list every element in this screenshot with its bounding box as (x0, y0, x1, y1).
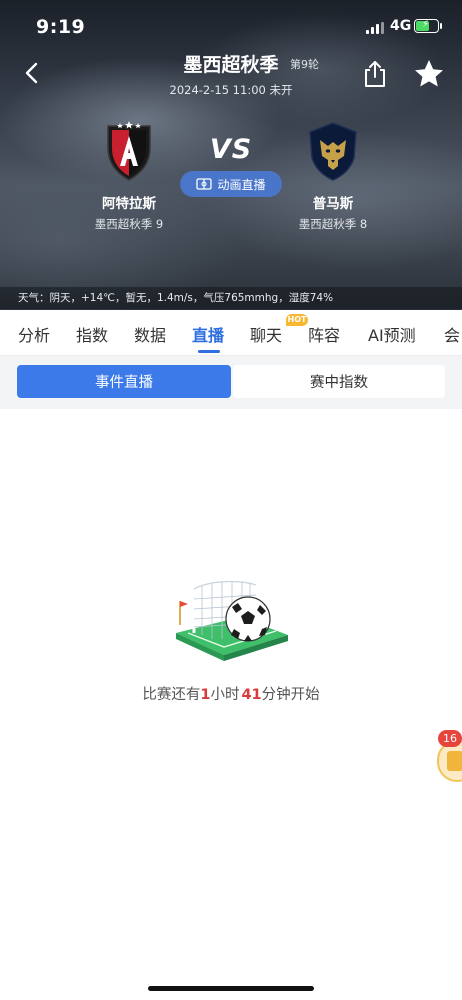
soccer-goal-illustration (168, 563, 292, 667)
tab-more[interactable]: 会 (444, 322, 460, 346)
signal-icon (366, 22, 384, 34)
battery-icon: ⚡ (414, 19, 442, 33)
tab-lineup[interactable]: 阵容 (308, 322, 340, 346)
round-label: 第9轮 (290, 58, 319, 71)
tab-active-indicator (198, 350, 220, 353)
match-header: 9:19 4G ⚡ 墨西超秋季 第9轮 2024-2-15 11:00 未开 阿… (0, 0, 462, 310)
status-time: 9:19 (36, 16, 86, 38)
status-bar: 9:19 4G ⚡ (0, 0, 462, 54)
notification-badge: 16 (438, 730, 462, 747)
tab-data[interactable]: 数据 (134, 322, 166, 346)
tab-odds[interactable]: 指数 (76, 322, 108, 346)
vs-label: VS (209, 134, 253, 165)
atlas-crest-icon (96, 118, 162, 184)
star-icon (415, 60, 443, 87)
title-block: 墨西超秋季 第9轮 2024-2-15 11:00 未开 (0, 50, 462, 98)
away-team-name: 普马斯 (312, 196, 354, 212)
away-team-rank: 墨西超秋季 8 (298, 217, 368, 231)
tab-chat[interactable]: 聊天 (250, 322, 282, 346)
countdown-minutes-unit: 分钟开始 (261, 687, 320, 703)
tab-live[interactable]: 直播 (192, 322, 224, 346)
note-icon (447, 751, 462, 771)
home-team-name: 阿特拉斯 (102, 196, 156, 212)
network-label: 4G (390, 18, 412, 34)
countdown-prefix: 比赛还有 (142, 687, 201, 703)
main-tabs: 分析 指数 数据 直播 聊天 阵容 AI预测 会 (0, 310, 462, 356)
countdown-hours-unit: 小时 (210, 687, 240, 703)
share-button[interactable] (360, 58, 390, 90)
subtab-bar: 事件直播 赛中指数 (0, 356, 462, 409)
countdown-hours: 1 (200, 687, 211, 703)
match-countdown: 比赛还有1小时 41分钟开始 (0, 683, 462, 704)
home-team[interactable]: 阿特拉斯 墨西超秋季 9 (54, 118, 204, 232)
goal-ball-icon (176, 580, 288, 661)
favorite-button[interactable] (412, 57, 446, 91)
match-datetime: 2024-2-15 11:00 未开 (169, 83, 293, 97)
share-icon (365, 61, 385, 87)
countdown-minutes: 41 (241, 687, 262, 703)
league-title: 墨西超秋季 (183, 54, 279, 76)
subtab-event-live[interactable]: 事件直播 (17, 365, 231, 398)
tab-analysis[interactable]: 分析 (18, 322, 50, 346)
home-team-rank: 墨西超秋季 9 (94, 217, 164, 231)
home-indicator (148, 986, 314, 991)
tab-ai-prediction[interactable]: AI预测 (368, 322, 416, 346)
pitch-icon (196, 178, 213, 190)
pumas-crest-icon (300, 118, 366, 184)
away-team[interactable]: 普马斯 墨西超秋季 8 (258, 118, 408, 232)
hot-badge: HOT (286, 314, 308, 326)
subtab-inplay-odds[interactable]: 赛中指数 (233, 365, 445, 398)
weather-info: 天气：阴天，+14℃，暂无，1.4m/s，气压765mmhg，湿度74% (0, 287, 462, 309)
